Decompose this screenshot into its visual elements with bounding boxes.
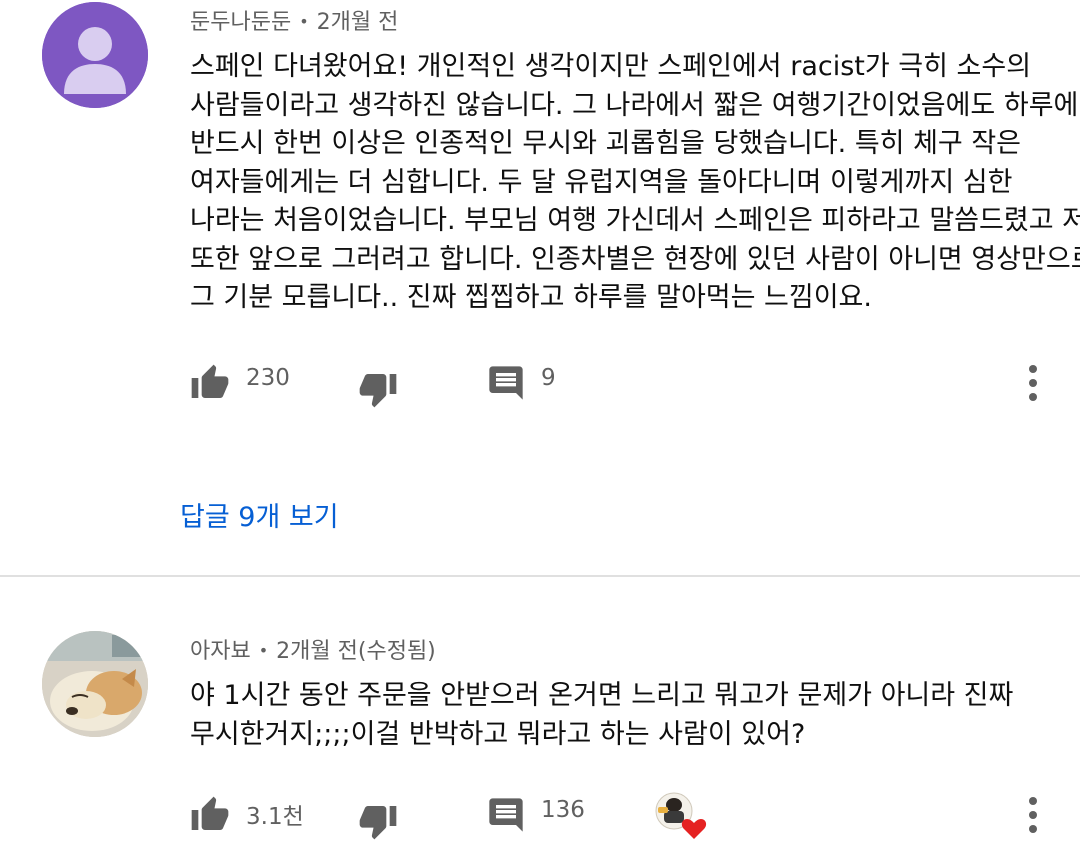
comment-author[interactable]: 둔두나둔둔 <box>190 10 291 35</box>
thumbs-down-icon <box>359 374 397 408</box>
thumbs-down-icon <box>359 806 397 840</box>
creator-heart-icon <box>655 792 707 839</box>
more-options-button[interactable] <box>1018 793 1048 837</box>
comment-line: 반드시 한번 이상은 인종적인 무시와 괴롭힘을 당했습니다. 특히 체구 작은 <box>190 128 1022 159</box>
comment-text: 야 1시간 동안 주문을 안받으러 온거면 느리고 뭐고가 문제가 아니라 진짜… <box>190 677 1050 754</box>
comment-line: 야 1시간 동안 주문을 안받으러 온거면 느리고 뭐고가 문제가 아니라 진짜 <box>190 680 1014 711</box>
meta-separator: • <box>299 12 309 31</box>
like-count: 3.1천 <box>246 804 304 830</box>
reply-count: 136 <box>541 797 585 823</box>
avatar[interactable] <box>42 631 148 737</box>
dog-avatar-icon <box>42 631 148 737</box>
like-button[interactable] <box>190 363 230 403</box>
comment-line: 스페인 다녀왔어요! 개인적인 생각이지만 스페인에서 racist가 극히 소… <box>190 51 1032 82</box>
comment-line: 또한 앞으로 그러려고 합니다. 인종차별은 현장에 있던 사람이 아니면 영상… <box>190 243 1080 275</box>
dislike-button[interactable] <box>358 801 398 841</box>
more-vert-icon <box>1029 797 1037 833</box>
comment-line: 그 기분 모릅니다.. 진짜 찝찝하고 하루를 말아먹는 느낌이요. <box>190 282 872 313</box>
comment-actions: 3.1천 136 <box>0 789 1080 841</box>
comment-meta: 아자뵤 • 2개월 전(수정됨) <box>190 633 436 665</box>
thumbs-up-icon <box>191 796 229 830</box>
meta-separator: • <box>258 641 269 660</box>
more-options-button[interactable] <box>1018 361 1048 405</box>
like-button[interactable] <box>190 795 230 835</box>
reply-comment-icon <box>489 798 523 832</box>
comment-actions: 230 9 <box>0 357 1080 409</box>
comment-time: 2개월 전 <box>316 10 399 35</box>
comment-line: 여자들에게는 더 심합니다. 두 달 유럽지역을 돌아다니며 이렇게까지 심한 <box>190 166 1013 198</box>
comment-line: 나라는 처음이었습니다. 부모님 여행 가신데서 스페인은 피하라고 말씀드렸고… <box>190 205 1080 236</box>
comment-line: 사람들이라고 생각하진 않습니다. 그 나라에서 짧은 여행기간이었음에도 하루… <box>190 89 1079 121</box>
comment-time: 2개월 전(수정됨) <box>276 639 436 664</box>
more-vert-icon <box>1029 365 1037 401</box>
like-count: 230 <box>246 365 290 391</box>
comment-thread: 아자뵤 • 2개월 전(수정됨) 야 1시간 동안 주문을 안받으러 온거면 느리고… <box>0 577 1080 862</box>
reply-button[interactable] <box>486 795 526 835</box>
avatar[interactable] <box>42 2 148 108</box>
view-replies-button[interactable]: 답글 9개 보기 <box>180 495 339 534</box>
comment-meta: 둔두나둔둔 • 2개월 전 <box>190 4 398 36</box>
reply-button[interactable] <box>486 363 526 403</box>
thumbs-up-icon <box>191 364 229 398</box>
reply-comment-icon <box>489 366 523 400</box>
comment-author[interactable]: 아자뵤 <box>190 639 251 664</box>
comment-line: 무시한거지;;;;이걸 반박하고 뭐라고 하는 사람이 있어? <box>190 718 806 750</box>
comment-text: 스페인 다녀왔어요! 개인적인 생각이지만 스페인에서 racist가 극히 소… <box>190 48 1080 318</box>
comments-page: 둔두나둔둔 • 2개월 전 스페인 다녀왔어요! 개인적인 생각이지만 스페인에서 … <box>0 0 1080 862</box>
default-avatar-icon <box>42 2 148 108</box>
dislike-button[interactable] <box>358 369 398 409</box>
comment-thread: 둔두나둔둔 • 2개월 전 스페인 다녀왔어요! 개인적인 생각이지만 스페인에서 … <box>0 0 1080 575</box>
creator-heart-badge <box>652 789 710 841</box>
reply-count: 9 <box>541 365 556 391</box>
